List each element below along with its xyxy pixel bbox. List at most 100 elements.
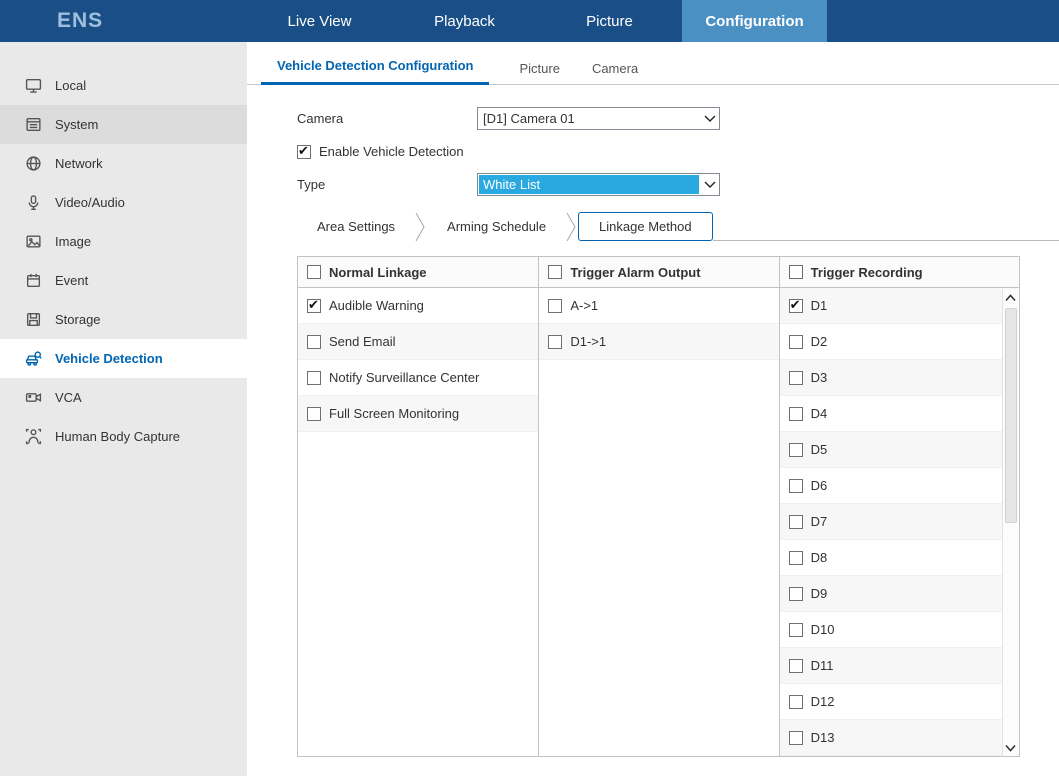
- normal-linkage-body: Audible Warning Send Email Notify Survei…: [298, 288, 539, 756]
- channel-d7-checkbox[interactable]: [788, 514, 803, 529]
- row-label: D11: [810, 658, 834, 673]
- sidebar-item-storage[interactable]: Storage: [0, 300, 247, 339]
- vehicle-detection-icon: [25, 350, 42, 367]
- storage-icon: [25, 311, 42, 328]
- row-label: D2: [810, 334, 828, 349]
- row-label: D6: [810, 478, 828, 493]
- normal-linkage-select-all-checkbox[interactable]: [307, 265, 321, 279]
- sidebar-item-network[interactable]: Network: [0, 144, 247, 183]
- linkage-method-table: Normal Linkage Audible Warning Send Emai…: [297, 256, 1020, 757]
- sidebar: Local System Network Video/Audio Image E…: [0, 42, 247, 776]
- type-select[interactable]: White List: [477, 173, 720, 196]
- nav-playback[interactable]: Playback: [392, 0, 537, 42]
- channel-d11-checkbox[interactable]: [788, 658, 803, 673]
- channel-d2-checkbox[interactable]: [788, 334, 803, 349]
- table-row: D9: [779, 576, 1019, 612]
- channel-d9-checkbox[interactable]: [788, 586, 803, 601]
- table-row: Full Screen Monitoring: [298, 396, 539, 432]
- channel-d12-checkbox[interactable]: [788, 694, 803, 709]
- monitor-icon: [25, 77, 42, 94]
- send-email-checkbox[interactable]: [307, 334, 321, 349]
- alarm-output-d1-1-checkbox[interactable]: [548, 334, 563, 349]
- scroll-up-button[interactable]: [1002, 289, 1019, 306]
- globe-icon: [25, 155, 42, 172]
- table-row: D11: [779, 648, 1019, 684]
- channel-d4-checkbox[interactable]: [788, 406, 803, 421]
- alarm-output-a1-checkbox[interactable]: [548, 298, 563, 313]
- sidebar-item-label: Human Body Capture: [55, 429, 181, 444]
- sidebar-item-vehicle-detection[interactable]: Vehicle Detection: [0, 339, 247, 378]
- table-row: D5: [779, 432, 1019, 468]
- row-label: D3: [810, 370, 828, 385]
- top-nav: Live View Playback Picture Configuration: [247, 0, 827, 42]
- sidebar-item-local[interactable]: Local: [0, 66, 247, 105]
- subtab-area-settings[interactable]: Area Settings: [297, 212, 415, 241]
- sidebar-item-system[interactable]: System: [0, 105, 247, 144]
- row-label: D13: [810, 730, 835, 745]
- sidebar-item-image[interactable]: Image: [0, 222, 247, 261]
- trigger-alarm-output-select-all-checkbox[interactable]: [548, 265, 563, 279]
- table-row: D8: [779, 540, 1019, 576]
- vca-icon: [25, 389, 42, 406]
- scrollbar-thumb[interactable]: [1004, 308, 1017, 523]
- row-label: Send Email: [329, 334, 396, 349]
- subtab-linkage-method[interactable]: Linkage Method: [578, 212, 713, 241]
- table-row: D1->1: [539, 324, 779, 360]
- table-row: D13: [779, 720, 1019, 756]
- channel-d5-checkbox[interactable]: [788, 442, 803, 457]
- table-row: A->1: [539, 288, 779, 324]
- sidebar-item-label: Vehicle Detection: [55, 351, 163, 366]
- sidebar-item-video-audio[interactable]: Video/Audio: [0, 183, 247, 222]
- row-label: D1->1: [570, 334, 607, 349]
- notify-surveillance-center-checkbox[interactable]: [307, 370, 321, 385]
- column-header-label: Normal Linkage: [329, 264, 427, 280]
- column-trigger-recording: Trigger Recording D1 D2 D3 D4 D5 D6 D7 D…: [778, 257, 1019, 756]
- table-row: D2: [779, 324, 1019, 360]
- row-label: A->1: [570, 298, 599, 313]
- channel-d3-checkbox[interactable]: [788, 370, 803, 385]
- tab-vehicle-detection-configuration[interactable]: Vehicle Detection Configuration: [261, 58, 490, 85]
- tab-camera[interactable]: Camera: [576, 61, 654, 85]
- chevron-down-icon[interactable]: [700, 174, 719, 195]
- enable-vehicle-detection: Enable Vehicle Detection: [297, 143, 464, 159]
- enable-vehicle-detection-checkbox[interactable]: [297, 143, 311, 159]
- trigger-alarm-output-header: Trigger Alarm Output: [539, 257, 779, 288]
- nav-live-view[interactable]: Live View: [247, 0, 392, 42]
- sidebar-item-vca[interactable]: VCA: [0, 378, 247, 417]
- main-content: Vehicle Detection Configuration Picture …: [247, 42, 1059, 776]
- trigger-alarm-output-body: A->1 D1->1: [539, 288, 779, 756]
- channel-d10-checkbox[interactable]: [788, 622, 803, 637]
- channel-d8-checkbox[interactable]: [788, 550, 803, 565]
- tab-picture[interactable]: Picture: [503, 61, 575, 85]
- audible-warning-checkbox[interactable]: [307, 297, 321, 313]
- sidebar-item-label: Local: [55, 78, 87, 93]
- sidebar-item-label: VCA: [55, 390, 82, 405]
- type-label: Type: [297, 177, 326, 192]
- sidebar-item-event[interactable]: Event: [0, 261, 247, 300]
- channel-d13-checkbox[interactable]: [788, 730, 803, 745]
- camera-label: Camera: [297, 111, 344, 126]
- full-screen-monitoring-checkbox[interactable]: [307, 406, 321, 421]
- chevron-down-icon[interactable]: [700, 108, 719, 129]
- sidebar-item-human-body-capture[interactable]: Human Body Capture: [0, 417, 247, 456]
- subtab-separator: [566, 212, 578, 241]
- vertical-scrollbar[interactable]: [1001, 289, 1019, 756]
- channel-d6-checkbox[interactable]: [788, 478, 803, 493]
- sidebar-item-label: Storage: [55, 312, 101, 327]
- row-label: Notify Surveillance Center: [329, 370, 480, 385]
- trigger-recording-select-all-checkbox[interactable]: [788, 265, 803, 279]
- camera-select-value: [D1] Camera 01: [483, 111, 575, 126]
- channel-d1-checkbox[interactable]: [788, 297, 803, 313]
- sidebar-item-label: System: [55, 117, 99, 132]
- brand-logo: ENS: [57, 9, 104, 32]
- type-row: Type White List: [297, 173, 1059, 196]
- scroll-down-button[interactable]: [1002, 739, 1019, 756]
- table-row: D4: [779, 396, 1019, 432]
- subtab-arming-schedule[interactable]: Arming Schedule: [427, 212, 566, 241]
- normal-linkage-header: Normal Linkage: [298, 257, 539, 288]
- nav-picture[interactable]: Picture: [537, 0, 682, 42]
- nav-configuration[interactable]: Configuration: [682, 0, 827, 42]
- content-tabs: Vehicle Detection Configuration Picture …: [247, 58, 1059, 85]
- column-normal-linkage: Normal Linkage Audible Warning Send Emai…: [298, 257, 539, 756]
- camera-select[interactable]: [D1] Camera 01: [477, 107, 720, 130]
